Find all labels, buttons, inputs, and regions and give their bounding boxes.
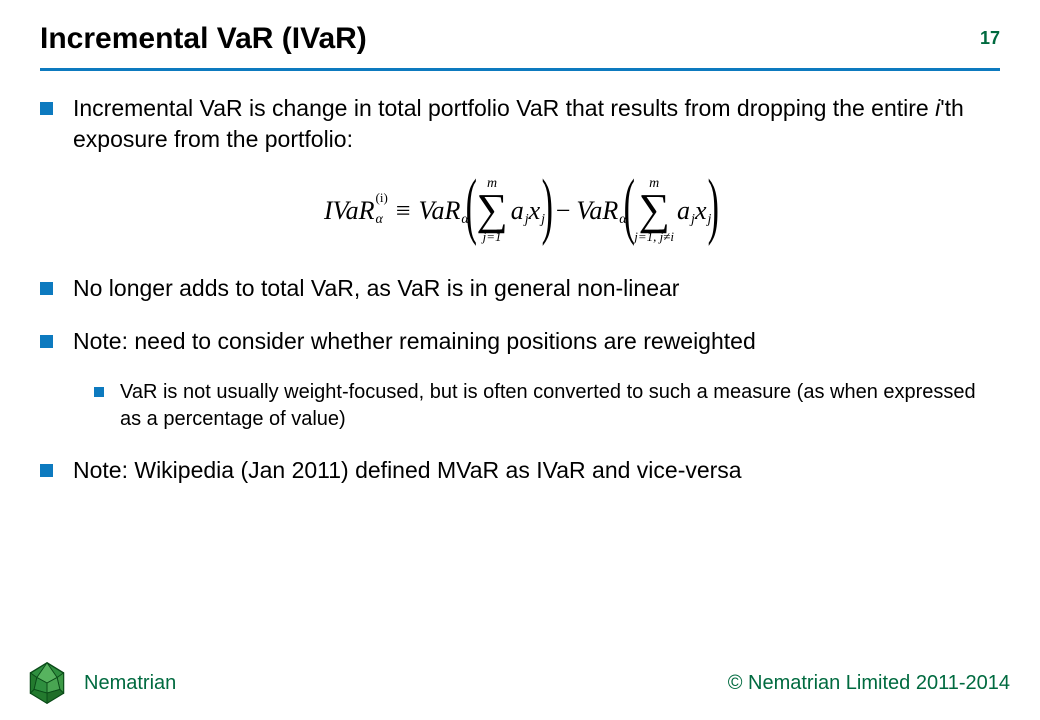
sum1-bot: j=1 xyxy=(483,230,502,243)
slide-title: Incremental VaR (IVaR) xyxy=(40,22,1000,56)
bullet-square-icon xyxy=(40,102,53,115)
bullet-3-text: Note: need to consider whether remaining… xyxy=(73,326,1000,357)
sum-1: m ∑ j=1 xyxy=(476,177,507,243)
bullet-3: Note: need to consider whether remaining… xyxy=(40,326,1000,357)
bullet-3a: VaR is not usually weight-focused, but i… xyxy=(94,379,1000,433)
content-area: Incremental VaR is change in total portf… xyxy=(40,93,1000,486)
bullet-2-text: No longer adds to total VaR, as VaR is i… xyxy=(73,273,1000,304)
bullet-3a-text: VaR is not usually weight-focused, but i… xyxy=(120,379,1000,433)
sigma-icon: ∑ xyxy=(476,192,507,227)
ivar-formula: IVaR (i) α ≡ VaR α ( m ∑ j=1 a j xyxy=(324,177,716,243)
brand-block: Nematrian xyxy=(24,660,176,706)
lhs-sup: (i) xyxy=(376,191,388,204)
sum1-x: x xyxy=(529,193,541,228)
formula-container: IVaR (i) α ≡ VaR α ( m ∑ j=1 a j xyxy=(40,177,1000,243)
equiv-sign: ≡ xyxy=(396,193,411,228)
bullet-square-small-icon xyxy=(94,387,104,397)
minus-sign: − xyxy=(556,193,571,228)
page-number: 17 xyxy=(980,28,1000,49)
bullet-4-text: Note: Wikipedia (Jan 2011) defined MVaR … xyxy=(73,455,1000,486)
sum2-x: x xyxy=(695,193,707,228)
var1-symbol: VaR xyxy=(418,193,460,228)
sum2-bot: j=1, j≠i xyxy=(634,230,674,243)
sum1-a: a xyxy=(511,193,524,228)
sum-2: m ∑ j=1, j≠i xyxy=(634,177,674,243)
slide: Incremental VaR (IVaR) 17 Incremental Va… xyxy=(0,0,1040,720)
slide-footer: Nematrian © Nematrian Limited 2011-2014 xyxy=(24,660,1010,706)
lhs-sub: α xyxy=(376,213,383,227)
lhs-subsup: (i) α xyxy=(376,197,388,224)
var2-symbol: VaR xyxy=(576,193,618,228)
bullet-square-icon xyxy=(40,464,53,477)
bullet-1-text: Incremental VaR is change in total portf… xyxy=(73,93,1000,155)
bullet-4: Note: Wikipedia (Jan 2011) defined MVaR … xyxy=(40,455,1000,486)
copyright-text: © Nematrian Limited 2011-2014 xyxy=(728,672,1010,695)
lhs-symbol: IVaR xyxy=(324,193,375,228)
brand-name: Nematrian xyxy=(84,672,176,695)
bullet-square-icon xyxy=(40,282,53,295)
bullet-1-pre: Incremental VaR is change in total portf… xyxy=(73,95,935,121)
slide-header: Incremental VaR (IVaR) 17 xyxy=(40,22,1000,71)
bullet-square-icon xyxy=(40,335,53,348)
sigma-icon-2: ∑ xyxy=(638,192,669,227)
header-divider xyxy=(40,68,1000,71)
logo-icon xyxy=(24,660,70,706)
bullet-2: No longer adds to total VaR, as VaR is i… xyxy=(40,273,1000,304)
sum2-a: a xyxy=(677,193,690,228)
bullet-1: Incremental VaR is change in total portf… xyxy=(40,93,1000,155)
